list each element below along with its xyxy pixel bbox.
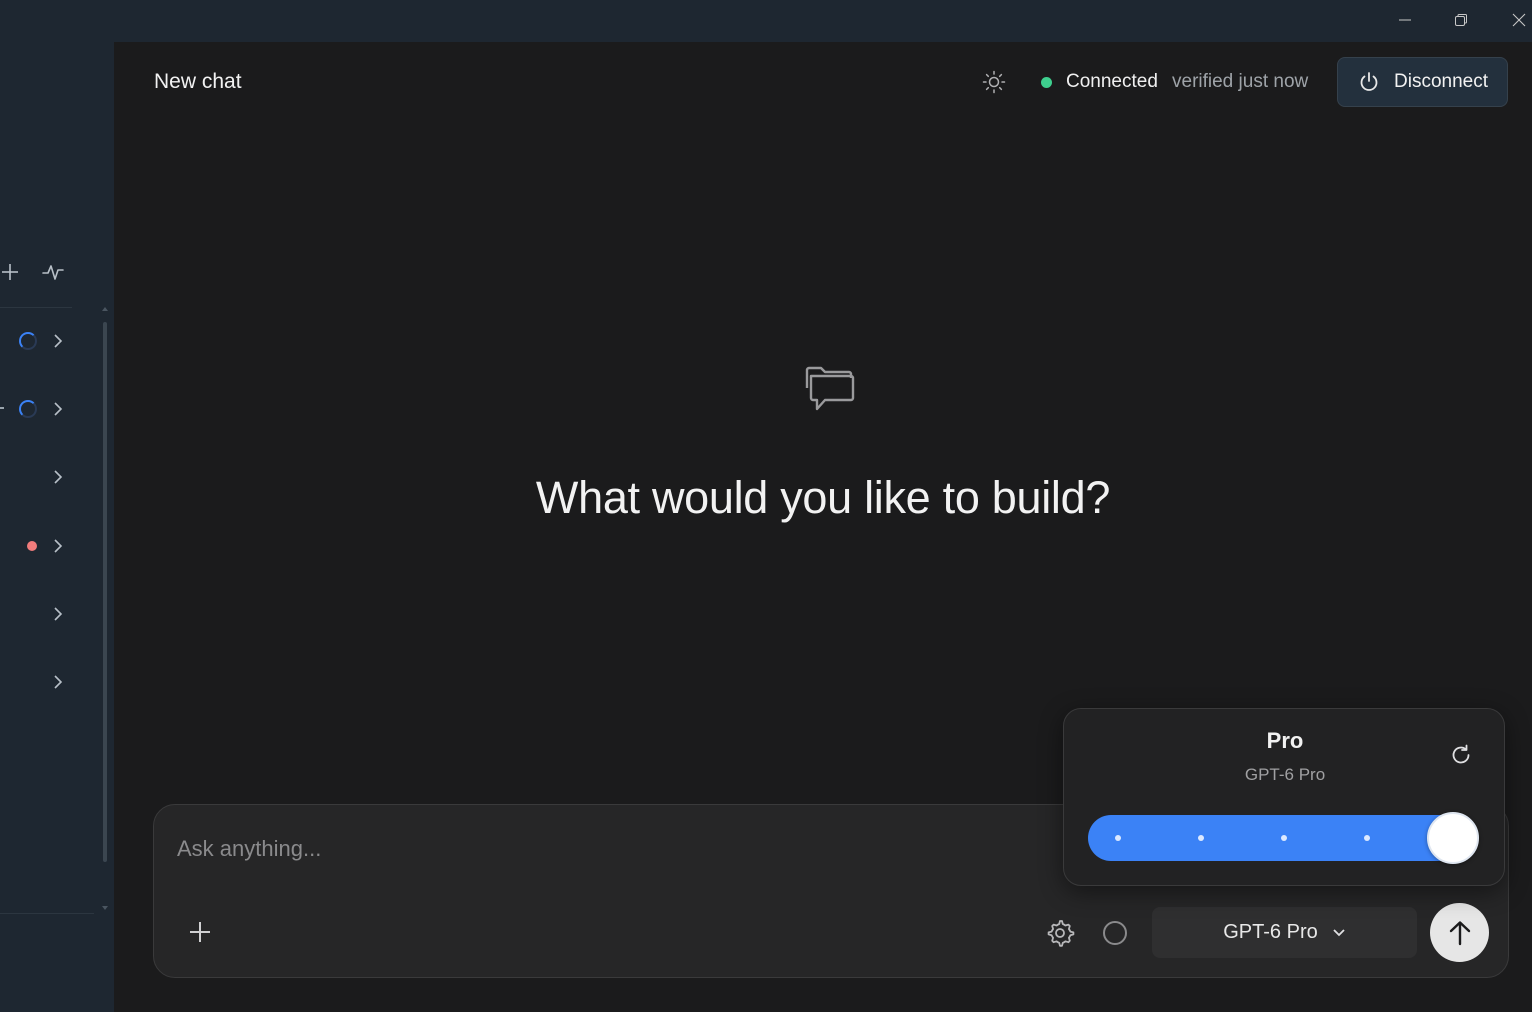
sidebar-item[interactable]: [0, 394, 74, 424]
scroll-up-icon: [102, 307, 108, 311]
message-input[interactable]: [177, 831, 1057, 867]
close-window-button[interactable]: [1496, 0, 1532, 40]
model-effort-popover: Pro GPT-6 Pro: [1063, 708, 1505, 886]
window-titlebar: [0, 0, 1532, 42]
page-title: New chat: [154, 70, 242, 93]
status-circle-button[interactable]: [1103, 921, 1127, 945]
chevron-right-icon: [54, 607, 63, 621]
sidebar-divider: [0, 913, 94, 914]
model-selector-label: GPT-6 Pro: [1223, 921, 1318, 943]
empty-state-heading: What would you like to build?: [0, 472, 1532, 524]
plus-icon: [2, 264, 18, 280]
scrollbar-thumb[interactable]: [103, 322, 107, 862]
chevron-right-icon: [54, 539, 63, 553]
popover-subtitle: GPT-6 Pro: [1244, 765, 1326, 784]
restore-button[interactable]: [1438, 0, 1484, 40]
settings-button[interactable]: [1044, 917, 1076, 949]
arrow-up-icon: [1449, 920, 1470, 945]
theme-toggle-button[interactable]: [982, 70, 1006, 94]
sidebar-item[interactable]: [0, 599, 74, 629]
chevron-right-icon: [54, 334, 63, 348]
activity-button[interactable]: [42, 260, 64, 284]
effort-slider[interactable]: [1088, 812, 1479, 864]
connection-status: Connected: [1066, 71, 1158, 92]
chevron-right-icon: [54, 675, 63, 689]
activity-icon: [42, 265, 64, 280]
send-button[interactable]: [1430, 903, 1489, 962]
loading-spinner-icon: [19, 332, 37, 350]
attach-button[interactable]: [184, 916, 216, 948]
sidebar-item[interactable]: [0, 326, 74, 356]
slider-step-dot[interactable]: [1281, 835, 1287, 841]
folder-chat-icon: [803, 364, 857, 416]
sidebar: [0, 42, 114, 1012]
refresh-icon: [1452, 744, 1470, 764]
close-icon: [1512, 13, 1526, 27]
item-marker: [0, 407, 4, 409]
disconnect-label: Disconnect: [1394, 71, 1488, 92]
plus-icon: [190, 922, 210, 942]
sidebar-scrollbar[interactable]: [102, 307, 108, 910]
error-status-dot: [27, 541, 37, 551]
connection-status-detail: verified just now: [1172, 71, 1309, 92]
slider-step-dot[interactable]: [1115, 835, 1121, 841]
sidebar-item[interactable]: [0, 667, 74, 697]
sidebar-item[interactable]: [0, 531, 74, 561]
chevron-right-icon: [54, 402, 63, 416]
empty-state-heading-text: What would you like to build?: [535, 472, 1111, 523]
reset-button[interactable]: [1449, 743, 1473, 767]
minimize-icon: [1399, 19, 1411, 21]
scroll-down-icon: [102, 906, 108, 910]
gear-icon: [1047, 920, 1075, 947]
restore-icon: [1455, 14, 1467, 26]
connection-status-dot: [1041, 77, 1052, 88]
slider-step-dot[interactable]: [1364, 835, 1370, 841]
sun-icon: [982, 70, 1006, 94]
loading-spinner-icon: [19, 400, 37, 418]
slider-thumb[interactable]: [1427, 812, 1479, 864]
popover-title: Pro: [1266, 728, 1304, 753]
power-icon: [1360, 72, 1378, 91]
minimize-button[interactable]: [1382, 0, 1428, 40]
slider-step-dot[interactable]: [1198, 835, 1204, 841]
model-selector[interactable]: GPT-6 Pro: [1152, 907, 1417, 958]
sidebar-divider: [0, 307, 72, 308]
disconnect-button[interactable]: Disconnect: [1337, 57, 1508, 107]
new-session-button[interactable]: [0, 260, 20, 284]
chevron-down-icon: [1333, 928, 1345, 936]
